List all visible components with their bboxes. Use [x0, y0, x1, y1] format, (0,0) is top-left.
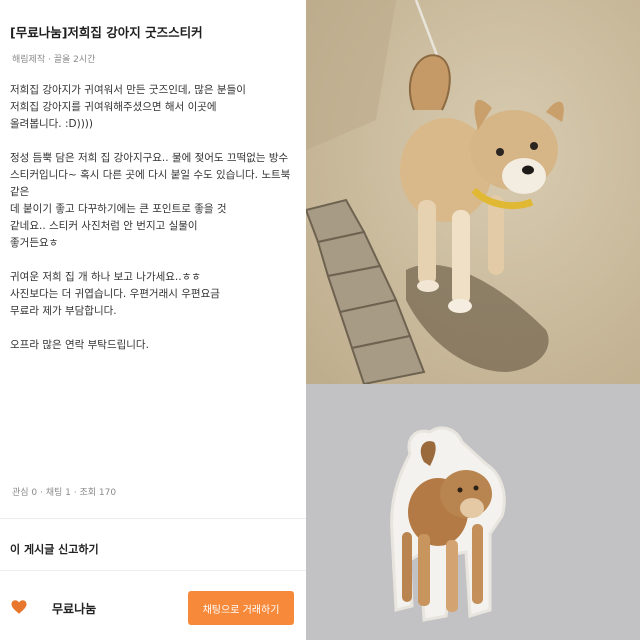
- post-stats: 관심 0 · 채팅 1 · 조회 170: [12, 488, 117, 498]
- post-paragraph: 오프라 많은 연락 부탁드립니다.: [10, 339, 149, 351]
- post-body: 저희집 강아지가 귀여워서 만든 굿즈인데, 많은 분들이 저희집 강아지를 귀…: [10, 82, 302, 371]
- post-paragraph: 저희집 강아지가 귀여워서 만든 굿즈인데, 많은 분들이 저희집 강아지를 귀…: [10, 84, 246, 130]
- heart-icon-svg: [11, 600, 27, 614]
- post-meta: 해림제작 · 끌올 2시간: [12, 55, 96, 65]
- heart-icon[interactable]: [10, 598, 28, 616]
- bottom-action-bar: 무료나눔 채팅으로 거래하기: [0, 582, 306, 640]
- dog-photo-image: [306, 0, 640, 384]
- post-paragraph: 정성 듬뿍 담은 저희 집 강아지구요.. 물에 젖어도 끄떡없는 방수 스티커…: [10, 152, 291, 249]
- seller-name: 무료나눔: [52, 602, 97, 616]
- chat-trade-button[interactable]: 채팅으로 거래하기: [188, 591, 294, 625]
- sticker-photo: [306, 384, 640, 640]
- report-link[interactable]: 이 게시글 신고하기: [10, 541, 99, 557]
- sticker-photo-image: [306, 384, 640, 640]
- post-title: [무료나눔]저희집 강아지 굿즈스티커: [10, 25, 203, 40]
- dog-photo: [306, 0, 640, 384]
- post-paragraph: 귀여운 저희 집 개 하나 보고 나가세요..ㅎㅎ 사진보다는 더 귀엽습니다.…: [10, 271, 220, 317]
- divider: [0, 518, 306, 519]
- divider: [0, 570, 306, 571]
- post-panel: [무료나눔]저희집 강아지 굿즈스티커 해림제작 · 끌올 2시간 저희집 강아…: [0, 0, 306, 640]
